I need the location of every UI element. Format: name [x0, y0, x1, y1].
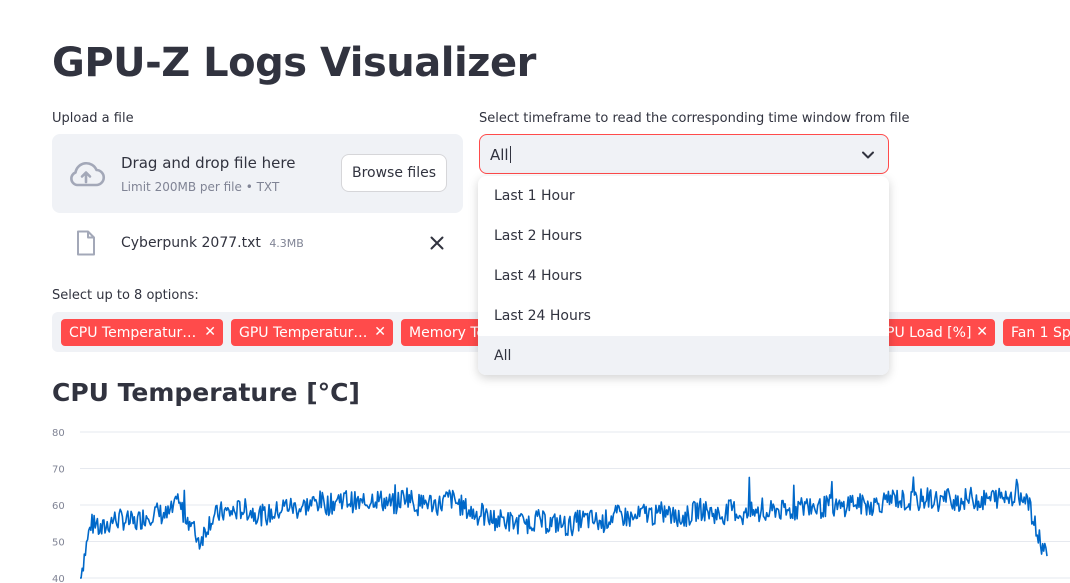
remove-icon[interactable]: ✕	[204, 324, 216, 340]
options-label: Select up to 8 options:	[52, 288, 199, 303]
timeframe-dropdown: Last 1 Hour Last 2 Hours Last 4 Hours La…	[478, 176, 889, 375]
chip-label: PU Load [%]	[886, 324, 972, 341]
dropdown-option[interactable]: Last 4 Hours	[478, 256, 889, 296]
timeframe-select[interactable]: All	[479, 134, 889, 174]
file-dropzone[interactable]: Drag and drop file here Limit 200MB per …	[52, 134, 463, 213]
option-chip[interactable]: GPU Temperatur… ✕	[231, 319, 393, 346]
cloud-upload-icon	[70, 161, 106, 187]
dropdown-option[interactable]: Last 24 Hours	[478, 296, 889, 336]
y-tick-label: 60	[52, 501, 65, 512]
browse-files-button[interactable]: Browse files	[341, 154, 447, 192]
timeframe-label: Select timeframe to read the correspondi…	[479, 111, 910, 126]
dropdown-option[interactable]: Last 1 Hour	[478, 176, 889, 216]
option-chip[interactable]: CPU Temperatur… ✕	[61, 319, 223, 346]
chip-label: Memory Te	[409, 324, 486, 341]
file-name: Cyberpunk 2077.txt	[121, 235, 261, 251]
timeframe-value[interactable]: All	[490, 146, 511, 164]
series-line	[80, 476, 1048, 579]
drop-title: Drag and drop file here	[121, 154, 296, 172]
chevron-down-icon[interactable]	[860, 148, 876, 162]
remove-icon[interactable]: ✕	[976, 324, 988, 340]
file-size: 4.3MB	[269, 237, 304, 250]
close-icon[interactable]	[428, 234, 446, 252]
chip-label: GPU Temperatur…	[239, 324, 368, 341]
upload-label: Upload a file	[52, 111, 134, 126]
y-tick-label: 50	[52, 538, 65, 549]
cpu-temperature-chart: 80 70 60 50 40	[52, 428, 1070, 583]
chip-label: CPU Temperatur…	[69, 324, 197, 341]
file-icon	[77, 230, 95, 256]
dropdown-option-selected[interactable]: All	[478, 336, 889, 375]
chart-title: CPU Temperature [°C]	[52, 378, 360, 407]
y-tick-label: 80	[52, 428, 65, 439]
option-chip[interactable]: PU Load [%] ✕	[880, 319, 995, 346]
uploaded-file: Cyberpunk 2077.txt 4.3MB	[52, 226, 463, 262]
chip-label: Fan 1 Spe	[1011, 324, 1070, 341]
option-chip[interactable]: Fan 1 Spe	[1003, 319, 1070, 346]
y-tick-label: 70	[52, 465, 65, 476]
y-tick-label: 40	[52, 574, 65, 583]
dropdown-option[interactable]: Last 2 Hours	[478, 216, 889, 256]
drop-limit: Limit 200MB per file • TXT	[121, 180, 280, 194]
remove-icon[interactable]: ✕	[374, 324, 386, 340]
page-title: GPU-Z Logs Visualizer	[52, 40, 536, 86]
